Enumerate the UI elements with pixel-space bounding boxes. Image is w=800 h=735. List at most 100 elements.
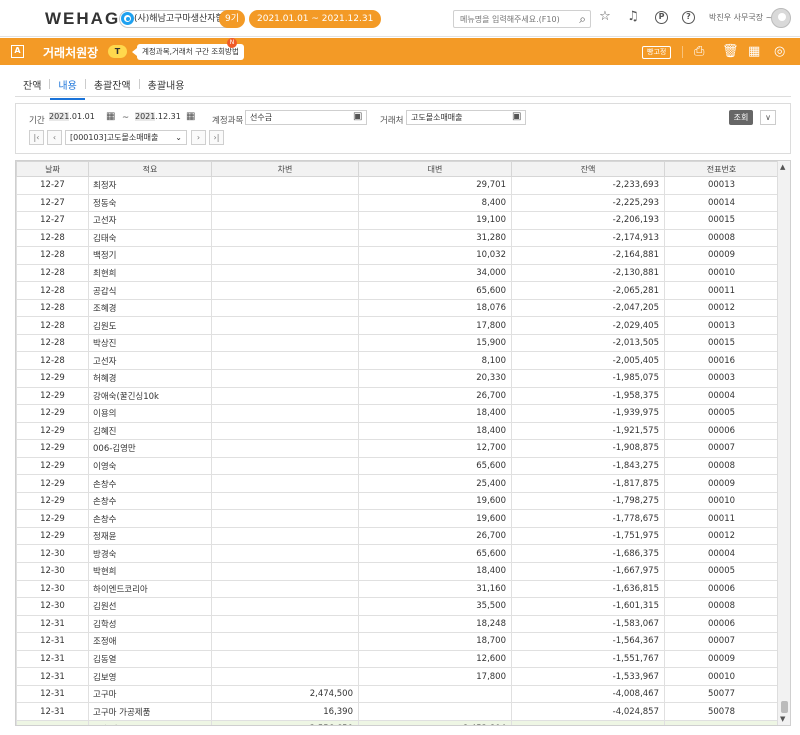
table-cell[interactable]: 12-28 <box>16 298 89 318</box>
table-cell[interactable]: -1,817,875 <box>511 474 665 493</box>
table-cell[interactable]: 18,400 <box>358 562 512 581</box>
table-cell[interactable]: 00013 <box>664 316 779 335</box>
table-cell[interactable]: 이영숙 <box>88 456 212 476</box>
table-cell[interactable] <box>211 632 359 651</box>
table-row[interactable]: 12-28 김원도 17,800 -2,029,405 00013 <box>16 316 779 335</box>
table-cell[interactable]: 65,600 <box>358 544 512 564</box>
table-cell[interactable]: 12-29 <box>16 386 89 406</box>
table-cell[interactable]: 25,400 <box>358 474 512 493</box>
table-cell[interactable] <box>211 281 359 300</box>
scroll-thumb[interactable] <box>781 701 788 713</box>
table-cell[interactable]: 김학성 <box>88 614 212 634</box>
table-cell[interactable]: 00006 <box>664 421 779 441</box>
fix-button[interactable]: 빵고정 <box>642 46 672 59</box>
table-cell[interactable]: 12,600 <box>358 649 512 669</box>
table-row[interactable]: 12-29 허혜경 20,330 -1,985,075 00003 <box>16 369 779 388</box>
vertical-scrollbar[interactable]: ▲ ▼ <box>777 161 790 725</box>
table-cell[interactable] <box>211 597 359 616</box>
table-cell[interactable]: -1,636,815 <box>511 579 665 599</box>
table-cell[interactable]: 20,330 <box>358 369 512 388</box>
table-cell[interactable] <box>211 263 359 283</box>
table-cell[interactable]: 17,800 <box>358 316 512 335</box>
table-row[interactable]: 12-30 하이엔드코리아 31,160 -1,636,815 00006 <box>16 579 779 599</box>
table-row[interactable]: 12-28 최현희 34,000 -2,130,881 00010 <box>16 263 779 283</box>
table-row[interactable]: 12-31 김동열 12,600 -1,551,767 00009 <box>16 649 779 669</box>
table-cell[interactable]: 정동숙 <box>88 193 212 213</box>
table-cell[interactable]: 12-28 <box>16 316 89 335</box>
table-cell[interactable]: 12-31 <box>16 632 89 651</box>
table-cell[interactable]: 50077 <box>664 684 779 704</box>
column-header[interactable]: 날짜 <box>16 161 89 177</box>
table-cell[interactable]: 12-28 <box>16 281 89 300</box>
table-cell[interactable] <box>211 333 359 353</box>
table-cell[interactable]: 00012 <box>664 298 779 318</box>
expand-button[interactable]: ∨ <box>760 110 776 125</box>
table-row[interactable]: 12-27 고선자 19,100 -2,206,193 00015 <box>16 211 779 230</box>
bell-icon[interactable]: ♫ <box>625 9 641 24</box>
table-cell[interactable]: 16,390 <box>211 702 359 721</box>
table-cell[interactable]: 김동열 <box>88 649 212 669</box>
next-button[interactable]: › <box>191 130 206 145</box>
menu-search-input[interactable] <box>454 11 564 27</box>
table-cell[interactable] <box>211 386 359 406</box>
table-cell[interactable]: 00015 <box>664 333 779 353</box>
table-cell[interactable]: 00010 <box>664 263 779 283</box>
table-cell[interactable]: -1,908,875 <box>511 439 665 458</box>
table-cell[interactable]: 00010 <box>664 491 779 511</box>
table-cell[interactable]: 김혜진 <box>88 421 212 441</box>
table-cell[interactable]: 12-31 <box>16 702 89 721</box>
table-cell[interactable] <box>211 456 359 476</box>
column-header[interactable]: 적요 <box>88 161 212 177</box>
table-cell[interactable]: 손창수 <box>88 474 212 493</box>
table-cell[interactable] <box>211 404 359 423</box>
table-cell[interactable]: 12-27 <box>16 211 89 230</box>
table-cell[interactable]: 00009 <box>664 474 779 493</box>
table-cell[interactable]: 12-31 <box>16 649 89 669</box>
table-cell[interactable] <box>211 316 359 335</box>
table-row[interactable]: 12-31 조정애 18,700 -1,564,367 00007 <box>16 632 779 651</box>
table-cell[interactable]: 정재윤 <box>88 526 212 546</box>
table-cell[interactable]: 00016 <box>664 351 779 371</box>
column-header[interactable]: 차변 <box>211 161 359 177</box>
table-cell[interactable]: 12-27 <box>16 176 89 195</box>
table-cell[interactable]: 00005 <box>664 562 779 581</box>
table-cell[interactable]: 00008 <box>664 456 779 476</box>
table-row[interactable]: 12-28 조혜경 18,076 -2,047,205 00012 <box>16 298 779 318</box>
table-cell[interactable]: 12-29 <box>16 404 89 423</box>
table-cell[interactable]: 12-31 <box>16 614 89 634</box>
table-cell[interactable]: 00007 <box>664 632 779 651</box>
table-cell[interactable]: 00004 <box>664 386 779 406</box>
table-cell[interactable]: 이용의 <box>88 404 212 423</box>
table-row[interactable]: 12-27 정동숙 8,400 -2,225,293 00014 <box>16 193 779 213</box>
table-row[interactable]: 12-30 방경숙 65,600 -1,686,375 00004 <box>16 544 779 564</box>
table-row[interactable]: 12-28 고선자 8,100 -2,005,405 00016 <box>16 351 779 371</box>
table-cell[interactable]: -1,583,067 <box>511 614 665 634</box>
partner-field[interactable]: 고도몰소매매출 <box>406 110 526 125</box>
table-cell[interactable]: 김원선 <box>88 597 212 616</box>
print-icon[interactable]: ⎙ <box>694 44 704 59</box>
table-cell[interactable]: 12-28 <box>16 228 89 248</box>
table-cell[interactable] <box>211 474 359 493</box>
table-cell[interactable]: 00009 <box>664 649 779 669</box>
table-cell[interactable]: 18,400 <box>358 404 512 423</box>
table-cell[interactable]: 12-31 <box>16 667 89 686</box>
table-cell[interactable]: 12-28 <box>16 333 89 353</box>
table-cell[interactable]: -4,008,467 <box>511 684 665 704</box>
table-cell[interactable]: -2,225,293 <box>511 193 665 213</box>
table-cell[interactable]: 00003 <box>664 369 779 388</box>
table-cell[interactable]: -1,667,975 <box>511 562 665 581</box>
table-cell[interactable]: 12-28 <box>16 246 89 265</box>
table-cell[interactable]: 12-30 <box>16 579 89 599</box>
help-icon[interactable]: ? <box>682 11 695 24</box>
table-cell[interactable]: 12-29 <box>16 439 89 458</box>
table-cell[interactable]: 조정애 <box>88 632 212 651</box>
settings-icon[interactable]: ◎ <box>774 44 785 59</box>
table-cell[interactable]: 12-30 <box>16 544 89 564</box>
table-cell[interactable]: 00004 <box>664 544 779 564</box>
table-cell[interactable]: -2,233,693 <box>511 176 665 195</box>
table-cell[interactable]: -2,029,405 <box>511 316 665 335</box>
table-cell[interactable]: 18,248 <box>358 614 512 634</box>
table-cell[interactable]: 006-김영만 <box>88 439 212 458</box>
table-cell[interactable]: -1,601,315 <box>511 597 665 616</box>
table-row[interactable]: 12-31 고구마 가공제품 16,390 -4,024,857 50078 <box>16 702 779 721</box>
